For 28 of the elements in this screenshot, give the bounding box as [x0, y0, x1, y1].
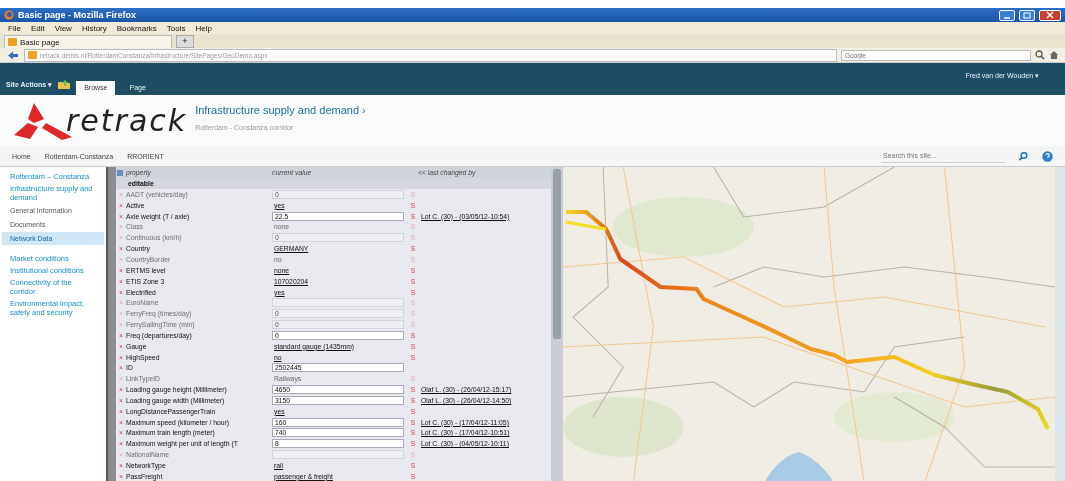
search-icon[interactable] — [1035, 50, 1045, 60]
new-tab-button[interactable]: + — [176, 35, 194, 48]
site-title[interactable]: Infrastructure supply and demand › — [195, 104, 366, 116]
browser-logo-icon — [4, 10, 14, 20]
menu-item[interactable]: File — [8, 23, 21, 33]
menu-item[interactable]: Help — [195, 23, 212, 33]
back-icon[interactable] — [6, 49, 20, 61]
menu-item[interactable]: Edit — [30, 23, 45, 33]
maximize-icon — [1021, 11, 1033, 19]
menu-item[interactable]: Bookmarks — [116, 23, 157, 33]
folder-icon[interactable] — [58, 80, 71, 89]
search-icon[interactable] — [1019, 151, 1028, 161]
maximize-button[interactable] — [1019, 9, 1035, 21]
minimize-button[interactable] — [999, 9, 1015, 21]
window-title: Basic page - Mozilla Firefox — [18, 10, 137, 20]
menu-item[interactable]: Tools — [166, 23, 186, 33]
page-icon — [28, 51, 37, 59]
grid-icon — [116, 168, 124, 177]
logo-text: retrack — [66, 103, 188, 138]
splitter-handle[interactable] — [108, 167, 116, 481]
browser-tab[interactable]: Basic page — [4, 35, 172, 48]
close-button[interactable] — [1039, 9, 1061, 21]
help-icon[interactable] — [1042, 150, 1053, 162]
home-icon[interactable] — [1049, 50, 1059, 60]
page-icon — [8, 38, 17, 46]
close-icon — [1044, 11, 1056, 19]
menu-item[interactable]: View — [54, 23, 72, 33]
menu-item[interactable]: History — [81, 23, 107, 33]
